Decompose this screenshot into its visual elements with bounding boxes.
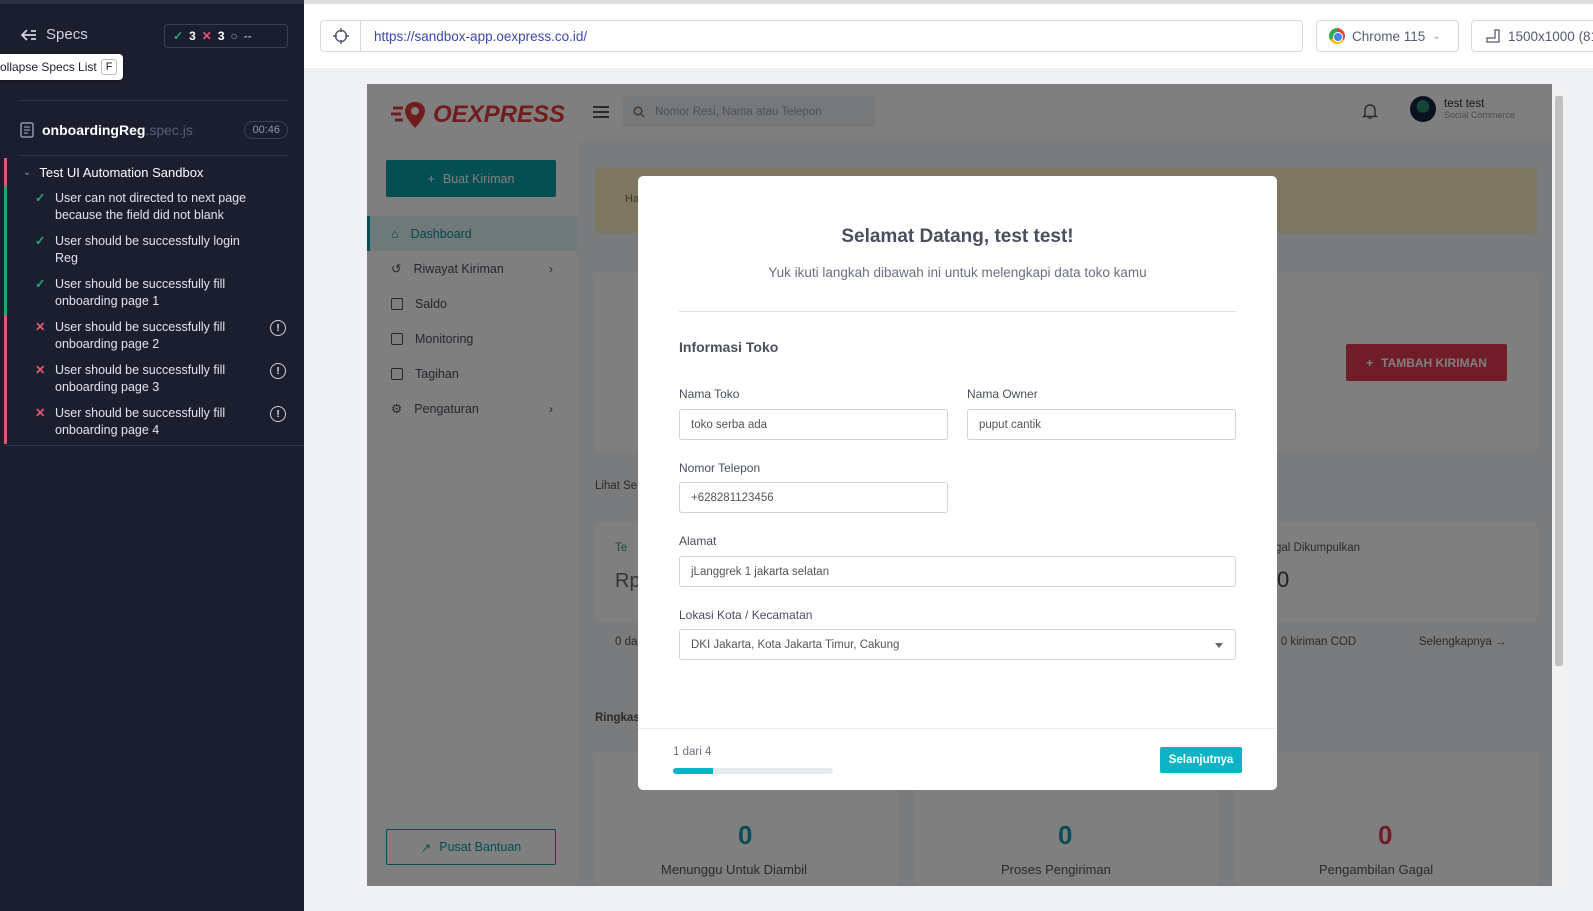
divider xyxy=(638,728,1277,729)
test-title: User can not directed to next page becau… xyxy=(55,191,247,222)
test-title: User should be successfully fill onboard… xyxy=(55,277,226,308)
specs-label: Specs xyxy=(46,26,88,43)
address-input[interactable]: jLanggrek 1 jakarta selatan xyxy=(679,556,1236,587)
crosshair-icon xyxy=(332,28,349,44)
test-suite: ⌄ Test UI Automation Sandbox ✓ User can n… xyxy=(4,158,304,444)
chevron-down-icon: ⌄ xyxy=(1432,30,1441,42)
chrome-icon xyxy=(1329,28,1345,44)
test-title: User should be successfully fill onboard… xyxy=(55,320,226,351)
test-item[interactable]: ✕ User should be successfully fill onboar… xyxy=(4,358,304,401)
url-text: https://sandbox-app.oexpress.co.id/ xyxy=(374,28,588,44)
address-label: Alamat xyxy=(679,534,717,548)
caret-down-icon xyxy=(1215,643,1223,648)
x-icon: ✕ xyxy=(35,320,46,334)
location-select[interactable]: DKI Jakarta, Kota Jakarta Timur, Cakung xyxy=(679,629,1236,660)
viewport-size: 1500x1000 (81 xyxy=(1508,28,1593,44)
alert-icon: ! xyxy=(270,363,286,379)
test-item[interactable]: ✕ User should be successfully fill onboar… xyxy=(4,315,304,358)
phone-input[interactable]: +628281123456 xyxy=(679,482,948,513)
browser-toolbar: https://sandbox-app.oexpress.co.id/ Chro… xyxy=(304,0,1593,68)
check-icon: ✓ xyxy=(35,191,46,205)
collapse-tooltip: ollapse Specs List F xyxy=(0,54,124,80)
tooltip-shortcut-key: F xyxy=(100,59,118,75)
browser-selector[interactable]: Chrome 115 ⌄ xyxy=(1316,20,1459,52)
spec-file-row[interactable]: onboardingReg.spec.js 00:46 xyxy=(20,118,288,142)
location-value: DKI Jakarta, Kota Jakarta Timur, Cakung xyxy=(691,638,900,651)
check-icon: ✓ xyxy=(35,277,46,291)
test-item[interactable]: ✓ User should be successfully fill onboar… xyxy=(4,272,304,315)
selector-playground-button[interactable] xyxy=(321,21,361,51)
vertical-scrollbar[interactable] xyxy=(1552,84,1566,886)
onboarding-modal: Selamat Datang, test test! Yuk ikuti lan… xyxy=(638,176,1277,790)
test-stats: ✓ 3 ✕ 3 ○ -- xyxy=(164,24,288,48)
spec-duration: 00:46 xyxy=(244,121,288,139)
store-name-input[interactable]: toko serba ada xyxy=(679,409,948,440)
test-title: User should be successfully fill onboard… xyxy=(55,406,226,437)
owner-name-input[interactable]: puput cantik xyxy=(967,409,1236,440)
failed-icon: ✕ xyxy=(201,29,212,43)
passed-icon: ✓ xyxy=(173,29,184,43)
viewport-info[interactable]: 1500x1000 (81 xyxy=(1471,20,1593,52)
passed-count: 3 xyxy=(189,29,196,43)
check-icon: ✓ xyxy=(35,234,46,248)
suite-header[interactable]: ⌄ Test UI Automation Sandbox xyxy=(4,158,304,186)
spec-file-name: onboardingReg xyxy=(42,122,146,138)
divider xyxy=(20,155,288,156)
phone-label: Nomor Telepon xyxy=(679,461,761,475)
x-icon: ✕ xyxy=(35,363,46,377)
url-bar[interactable]: https://sandbox-app.oexpress.co.id/ xyxy=(320,20,1303,52)
test-title: User should be successfully login Reg xyxy=(55,234,240,265)
next-button[interactable]: Selanjutnya xyxy=(1160,747,1242,773)
owner-name-label: Nama Owner xyxy=(967,387,1038,401)
alert-icon: ! xyxy=(270,320,286,336)
test-item[interactable]: ✕ User should be successfully fill onboar… xyxy=(4,401,304,444)
test-item[interactable]: ✓ User can not directed to next page beca… xyxy=(4,186,304,229)
collapse-arrow-icon xyxy=(20,28,36,41)
divider xyxy=(20,100,288,101)
alert-icon: ! xyxy=(270,406,286,422)
step-progress-fill xyxy=(673,768,713,774)
browser-name: Chrome 115 xyxy=(1352,28,1426,44)
section-title: Informasi Toko xyxy=(679,339,779,355)
chevron-down-icon: ⌄ xyxy=(23,166,32,178)
pending-count: -- xyxy=(243,29,252,43)
x-icon: ✕ xyxy=(35,406,46,420)
scrollbar-thumb[interactable] xyxy=(1555,96,1563,666)
modal-title: Selamat Datang, test test! xyxy=(841,226,1074,247)
viewport-icon xyxy=(1486,29,1500,43)
step-progress-bar xyxy=(673,768,833,774)
divider xyxy=(4,445,304,446)
tooltip-text: ollapse Specs List xyxy=(0,60,97,74)
test-title: User should be successfully fill onboard… xyxy=(55,363,226,394)
store-name-label: Nama Toko xyxy=(679,387,740,401)
spec-file-ext: .spec.js xyxy=(145,122,193,138)
cypress-specs-panel: Specs ✓ 3 ✕ 3 ○ -- ollapse Specs List F … xyxy=(0,0,304,911)
suite-title: Test UI Automation Sandbox xyxy=(39,164,204,180)
specs-toggle[interactable]: Specs xyxy=(20,26,88,43)
divider xyxy=(679,311,1236,312)
location-label: Lokasi Kota / Kecamatan xyxy=(679,608,813,622)
top-edge xyxy=(0,0,304,4)
pending-icon: ○ xyxy=(230,29,238,43)
step-indicator: 1 dari 4 xyxy=(673,746,712,758)
test-item[interactable]: ✓ User should be successfully login Reg xyxy=(4,229,304,272)
modal-subtitle: Yuk ikuti langkah dibawah ini untuk mele… xyxy=(768,265,1147,280)
failed-count: 3 xyxy=(217,29,225,43)
file-icon xyxy=(20,122,34,138)
